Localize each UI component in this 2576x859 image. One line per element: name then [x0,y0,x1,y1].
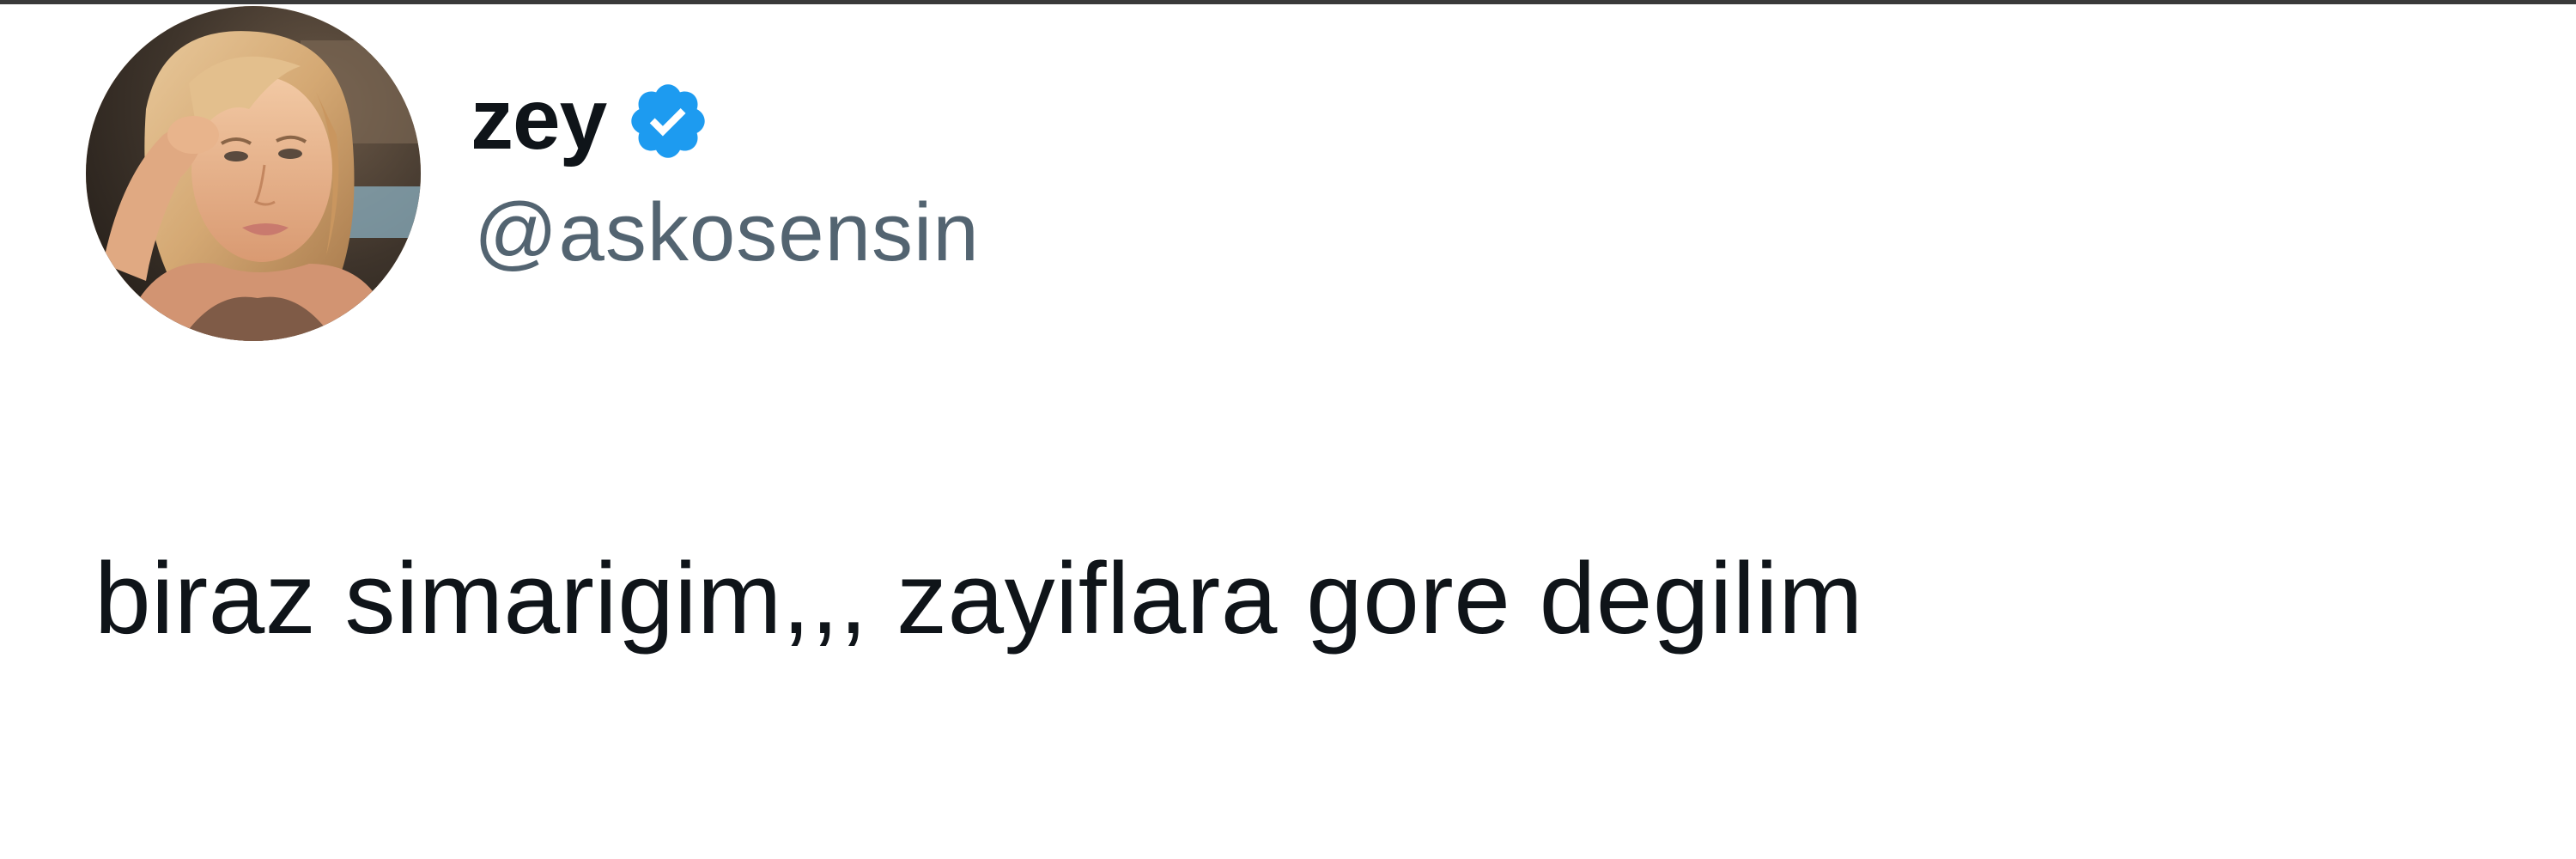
tweet-card: zey @askosensin biraz simarigim,,, zayif… [0,4,2576,859]
verified-badge-icon [625,78,711,164]
profile-photo-icon [86,6,421,341]
author-name-row: zey [471,59,711,180]
user-handle[interactable]: @askosensin [474,192,980,274]
display-name[interactable]: zey [471,76,607,162]
avatar[interactable] [86,6,421,341]
tweet-text: biraz simarigim,,, zayiflara gore degili… [94,542,1863,655]
